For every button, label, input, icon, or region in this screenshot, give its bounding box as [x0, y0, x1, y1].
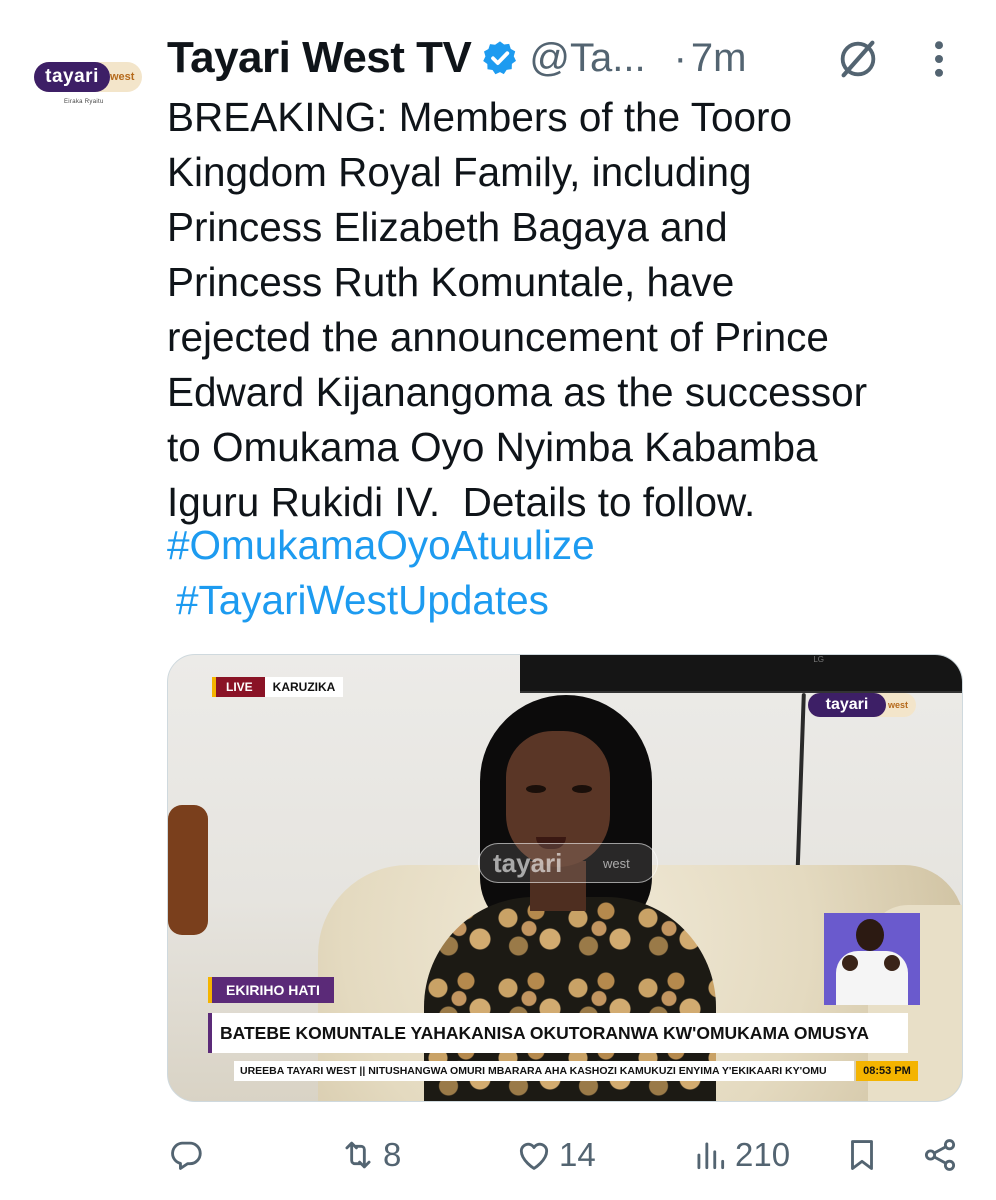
watermark-brand: tayari — [493, 848, 563, 878]
retweet-button[interactable]: 8 — [339, 1130, 401, 1180]
tweet-text: BREAKING: Members of the Tooro Kingdom R… — [167, 94, 868, 525]
sign-language-interpreter — [824, 913, 920, 1005]
view-count: 210 — [735, 1136, 791, 1173]
bookmark-button[interactable] — [843, 1130, 881, 1180]
account-handle[interactable]: @Ta... — [529, 36, 645, 81]
person-eye — [572, 785, 592, 793]
bookmark-icon — [851, 1140, 873, 1170]
account-avatar[interactable]: tayari west Eiraka Ryaitu — [30, 46, 148, 122]
like-count: 14 — [559, 1136, 596, 1173]
avatar-brand-suffix: west — [110, 71, 135, 83]
channel-watermark: tayari west — [478, 843, 658, 883]
reply-button[interactable] — [167, 1130, 205, 1180]
hashtag-link[interactable]: #TayariWestUpdates — [176, 577, 549, 624]
background-television: LG — [520, 655, 962, 693]
hashtag-link[interactable]: #OmukamaOyoAtuulize — [167, 522, 595, 569]
avatar-tagline: Eiraka Ryaitu — [64, 99, 104, 105]
retweet-count: 8 — [383, 1136, 402, 1173]
person-eye — [526, 785, 546, 793]
channel-logo: tayari west — [808, 693, 916, 717]
views-button[interactable]: 210 — [691, 1130, 790, 1180]
share-icon — [924, 1139, 956, 1171]
display-name[interactable]: Tayari West TV — [167, 33, 472, 83]
lower-third-headline: BATEBE KOMUNTALE YAHAKANISA OKUTORANWA K… — [212, 1013, 908, 1053]
tweet-media-video[interactable]: LG tayari west LIVE KARUZIKA tayari west… — [167, 654, 963, 1102]
channel-logo-brand: tayari — [808, 693, 886, 717]
more-options-icon[interactable] — [925, 36, 953, 82]
separator-dot: · — [673, 35, 687, 80]
retweet-icon — [345, 1141, 371, 1169]
lower-third-tag: EKIRIHO HATI — [212, 977, 334, 1003]
avatar-brand-text: tayari — [34, 62, 110, 92]
post-time[interactable]: 7m — [691, 36, 747, 81]
views-chart-icon — [697, 1142, 725, 1170]
tweet-header: Tayari West TV @Ta... · 7m — [167, 30, 967, 86]
wooden-chair — [168, 805, 208, 935]
live-label: LIVE — [216, 677, 265, 697]
share-button[interactable] — [921, 1130, 959, 1180]
verified-badge-icon[interactable] — [481, 39, 519, 77]
interpreter-hand — [884, 955, 900, 971]
reply-icon — [171, 1141, 202, 1170]
like-button[interactable]: 14 — [515, 1130, 596, 1180]
heart-icon — [519, 1142, 549, 1170]
news-ticker: UREEBA TAYARI WEST || NITUSHANGWA OMURI … — [234, 1061, 854, 1081]
live-location: KARUZIKA — [264, 677, 344, 697]
channel-logo-suffix: west — [888, 700, 909, 710]
interpreter-head — [856, 919, 884, 951]
watermark-suffix: west — [603, 856, 630, 871]
live-bug: LIVE KARUZIKA — [212, 677, 344, 697]
grok-icon[interactable] — [835, 36, 881, 82]
ticker-clock: 08:53 PM — [856, 1061, 918, 1081]
interpreter-hand — [842, 955, 858, 971]
tv-brand-label: LG — [813, 655, 824, 664]
tweet-action-bar: 8 14 210 — [167, 1130, 967, 1180]
